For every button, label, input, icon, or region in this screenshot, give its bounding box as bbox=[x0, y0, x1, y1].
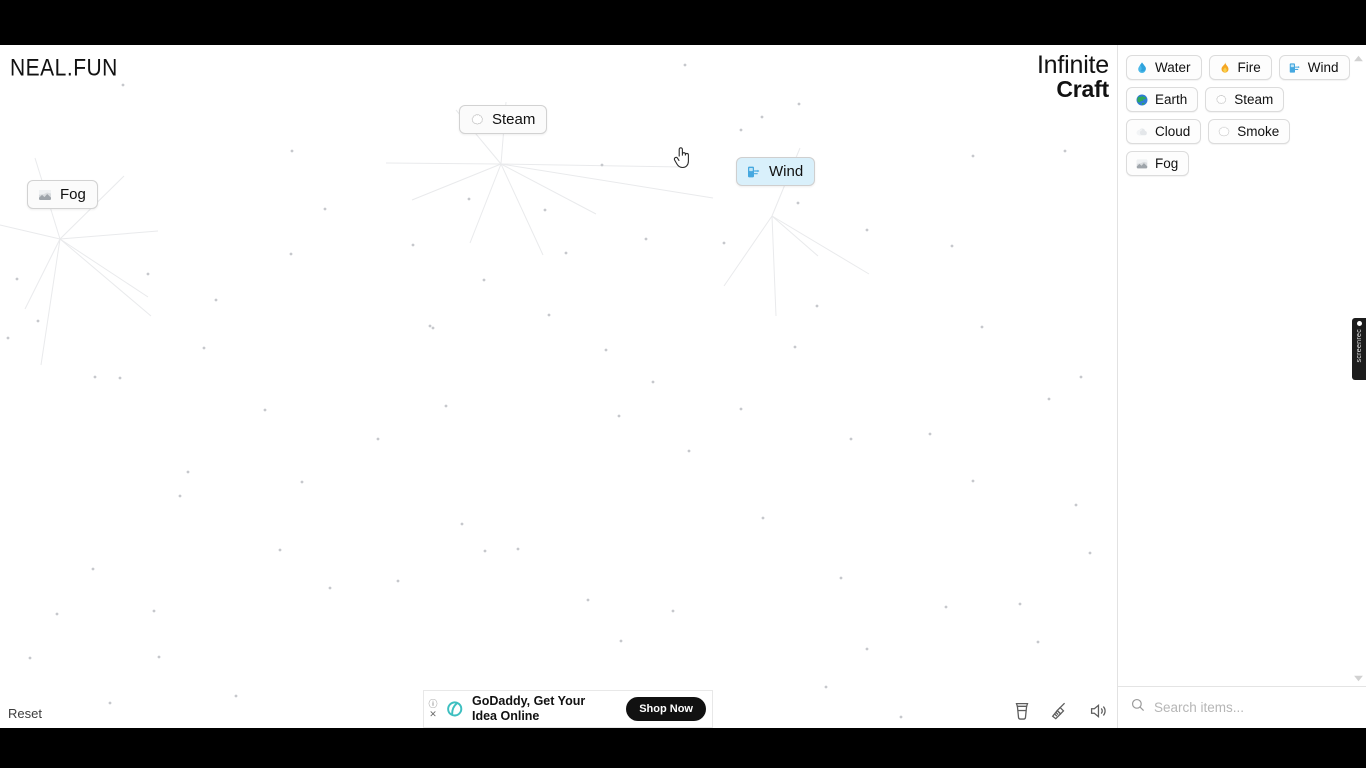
godaddy-logo-icon bbox=[442, 696, 468, 722]
wind-icon bbox=[1288, 61, 1302, 75]
ad-banner[interactable]: ⓘ ✕ GoDaddy, Get Your Idea Online Shop N… bbox=[423, 690, 713, 728]
fog-icon bbox=[1135, 157, 1149, 171]
screenrec-label: screenrec bbox=[1355, 329, 1363, 363]
sidebar-item-earth[interactable]: Earth bbox=[1126, 87, 1199, 112]
sidebar-item-label: Fire bbox=[1237, 60, 1261, 75]
canvas-tools bbox=[1011, 700, 1109, 722]
canvas-element-label: Fog bbox=[60, 186, 86, 203]
sidebar-item-label: Earth bbox=[1155, 92, 1188, 107]
search-icon bbox=[1130, 697, 1146, 718]
starfield-background bbox=[0, 63, 1092, 719]
canvas-element-fog[interactable]: Fog bbox=[27, 180, 98, 209]
ad-close-icon[interactable]: ✕ bbox=[429, 709, 437, 719]
sidebar-item-list: Water Fire Wind Earth Steam Cloud Smoke Fog bbox=[1118, 45, 1366, 686]
search-input[interactable] bbox=[1154, 700, 1356, 715]
broom-icon[interactable] bbox=[1049, 700, 1071, 722]
sidebar-item-label: Steam bbox=[1234, 92, 1274, 107]
sidebar-item-label: Water bbox=[1155, 60, 1191, 75]
steam-icon bbox=[1214, 93, 1228, 107]
wind-icon bbox=[746, 164, 762, 180]
screen-root: NEAL.FUN Infinite Craft Fog Steam Wind Res… bbox=[0, 0, 1366, 768]
ad-headline: GoDaddy, Get Your Idea Online bbox=[472, 694, 626, 724]
sidebar-item-wind[interactable]: Wind bbox=[1278, 55, 1350, 80]
crafting-canvas[interactable]: NEAL.FUN Infinite Craft Fog Steam Wind Res… bbox=[0, 45, 1117, 728]
record-dot-icon bbox=[1356, 321, 1362, 326]
ad-cta-button[interactable]: Shop Now bbox=[626, 697, 706, 721]
sidebar-item-fog[interactable]: Fog bbox=[1126, 151, 1190, 176]
sidebar-item-water[interactable]: Water bbox=[1126, 55, 1202, 80]
sidebar-item-cloud[interactable]: Cloud bbox=[1126, 119, 1202, 144]
sound-icon[interactable] bbox=[1087, 700, 1109, 722]
canvas-element-label: Wind bbox=[769, 163, 804, 180]
page-title: Infinite Craft bbox=[1037, 53, 1109, 100]
search-bar[interactable] bbox=[1118, 686, 1366, 728]
sidebar-item-label: Wind bbox=[1307, 60, 1339, 75]
canvas-element-steam[interactable]: Steam bbox=[459, 105, 548, 134]
coffee-icon[interactable] bbox=[1011, 700, 1033, 722]
items-sidebar: Water Fire Wind Earth Steam Cloud Smoke Fog bbox=[1117, 45, 1366, 728]
reset-button[interactable]: Reset bbox=[8, 706, 42, 721]
infinite-craft-app: NEAL.FUN Infinite Craft Fog Steam Wind Res… bbox=[0, 45, 1366, 728]
ad-headline-line2: Idea Online bbox=[472, 709, 540, 723]
sidebar-item-fire[interactable]: Fire bbox=[1208, 55, 1272, 80]
ad-info-icon[interactable]: ⓘ bbox=[428, 699, 437, 709]
neal-fun-logo[interactable]: NEAL.FUN bbox=[10, 55, 118, 83]
sidebar-item-steam[interactable]: Steam bbox=[1205, 87, 1285, 112]
title-craft: Craft bbox=[1056, 75, 1109, 102]
sidebar-item-label: Cloud bbox=[1155, 124, 1191, 139]
ad-controls: ⓘ ✕ bbox=[426, 699, 440, 719]
screenrec-widget[interactable]: screenrec bbox=[1352, 318, 1366, 380]
fog-icon bbox=[37, 187, 53, 203]
steam-icon bbox=[469, 112, 485, 128]
canvas-element-label: Steam bbox=[492, 111, 536, 128]
globe-icon bbox=[1135, 93, 1149, 107]
sidebar-item-label: Smoke bbox=[1237, 124, 1280, 139]
smoke-icon bbox=[1217, 125, 1231, 139]
sidebar-item-smoke[interactable]: Smoke bbox=[1208, 119, 1291, 144]
flame-icon bbox=[1218, 61, 1232, 75]
title-infinite: Infinite bbox=[1036, 51, 1109, 79]
cloud-icon bbox=[1135, 125, 1149, 139]
water-drop-icon bbox=[1135, 61, 1149, 75]
sidebar-item-label: Fog bbox=[1155, 156, 1179, 171]
ad-headline-line1: GoDaddy, Get Your bbox=[472, 694, 586, 708]
letterbox-bottom bbox=[0, 728, 1366, 768]
canvas-element-wind[interactable]: Wind bbox=[736, 157, 816, 186]
letterbox-top bbox=[0, 0, 1366, 45]
